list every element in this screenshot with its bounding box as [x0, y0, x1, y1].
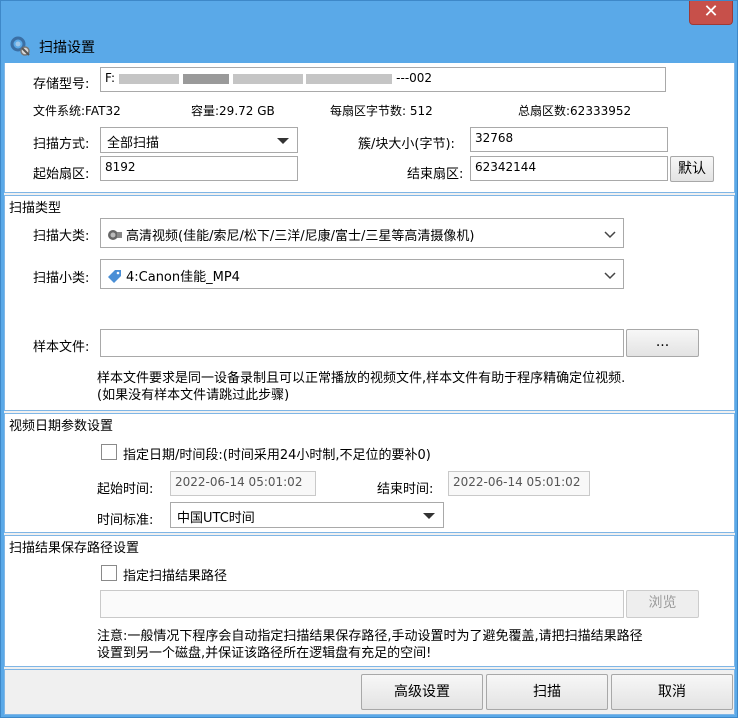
dialog-header: 扫描设置	[1, 27, 737, 63]
scan-subcategory-label: 扫描小类:	[33, 271, 90, 286]
start-sector-input[interactable]: 8192	[100, 156, 298, 181]
scan-mode-select[interactable]: 全部扫描	[100, 127, 298, 153]
sample-file-label: 样本文件:	[33, 340, 90, 355]
title-bar[interactable]: ✕	[1, 1, 737, 27]
date-range-checkbox-label[interactable]: 指定日期/时间段:(时间采用24小时制,不足位的要补0)	[123, 444, 431, 463]
save-path-input[interactable]	[100, 590, 624, 618]
scan-button[interactable]: 扫描	[486, 674, 608, 710]
start-time-value: 2022-06-14 05:01:02	[175, 475, 303, 489]
scan-category-value: 高清视频(佳能/索尼/松下/三洋/尼康/富士/三星等高清摄像机)	[126, 229, 475, 244]
default-button[interactable]: 默认	[670, 156, 714, 182]
scan-settings-window: ✕ 扫描设置 存储型号: F: ---002 文件系统:FAT32 容量:29.…	[0, 0, 738, 718]
redacted-text	[118, 73, 179, 84]
save-path-group-title: 扫描结果保存路径设置	[7, 537, 142, 556]
chevron-down-icon	[604, 231, 616, 239]
cluster-size-input[interactable]: 32768	[470, 127, 668, 152]
chevron-down-icon	[604, 272, 616, 280]
timezone-select[interactable]: 中国UTC时间	[170, 502, 444, 528]
dialog-title: 扫描设置	[39, 40, 95, 56]
timezone-value: 中国UTC时间	[177, 511, 255, 526]
timezone-label: 时间标准:	[97, 513, 154, 528]
close-button[interactable]: ✕	[689, 1, 733, 25]
end-sector-input[interactable]: 62342144	[470, 156, 668, 181]
scan-type-panel: 扫描类型 扫描大类: 高清视频(佳能/索尼/松下/三洋/尼康/富士/三星等高清摄…	[4, 195, 735, 411]
scan-mode-value: 全部扫描	[107, 136, 160, 151]
capacity-text: 容量:29.72 GB	[191, 104, 275, 118]
model-value-suffix: ---002	[396, 71, 433, 85]
bytes-per-sector-text: 每扇区字节数: 512	[330, 104, 433, 118]
custom-path-checkbox[interactable]	[101, 565, 117, 581]
redacted-text	[232, 73, 303, 84]
end-time-label: 结束时间:	[377, 482, 434, 497]
cluster-size-label: 簇/块大小(字节):	[358, 137, 455, 152]
sample-file-note: 样本文件要求是同一设备录制且可以正常播放的视频文件,样本文件有助于程序精确定位视…	[97, 371, 626, 403]
total-sectors-text: 总扇区数:62333952	[518, 104, 632, 118]
device-info-panel: 存储型号: F: ---002 文件系统:FAT32 容量:29.72 GB 每…	[4, 63, 735, 193]
model-value-prefix: F:	[105, 71, 116, 85]
dropdown-arrow-icon	[277, 138, 289, 144]
scan-mode-label: 扫描方式:	[33, 137, 90, 152]
end-time-value: 2022-06-14 05:01:02	[453, 475, 581, 489]
footer-bar: 高级设置 扫描 取消	[4, 669, 735, 715]
scan-type-group-title: 扫描类型	[7, 197, 64, 216]
start-time-label: 起始时间:	[97, 482, 154, 497]
date-params-panel: 视频日期参数设置 指定日期/时间段:(时间采用24小时制,不足位的要补0) 起始…	[4, 413, 735, 533]
date-params-group-title: 视频日期参数设置	[7, 415, 116, 434]
close-icon[interactable]: ✕	[703, 1, 718, 22]
date-range-checkbox[interactable]	[101, 444, 117, 460]
tag-icon	[108, 270, 121, 283]
save-path-note: 注意:一般情况下程序会自动指定扫描结果保存路径,手动设置时为了避免覆盖,请把扫描…	[97, 629, 643, 661]
model-label: 存储型号:	[33, 77, 90, 92]
gear-magnifier-icon	[10, 36, 30, 56]
redacted-text	[182, 73, 229, 84]
end-sector-value: 62342144	[475, 160, 537, 174]
scan-category-label: 扫描大类:	[33, 229, 90, 244]
cluster-size-value: 32768	[475, 131, 514, 145]
camcorder-icon	[108, 230, 122, 240]
start-time-input[interactable]: 2022-06-14 05:01:02	[170, 471, 316, 496]
redacted-text	[306, 73, 393, 84]
save-path-panel: 扫描结果保存路径设置 指定扫描结果路径 浏览 注意:一般情况下程序会自动指定扫描…	[4, 535, 735, 667]
scan-subcategory-value: 4:Canon佳能_MP4	[126, 270, 240, 285]
sample-file-input[interactable]	[100, 329, 624, 357]
start-sector-value: 8192	[105, 160, 136, 174]
start-sector-label: 起始扇区:	[33, 167, 90, 182]
scan-category-select[interactable]: 高清视频(佳能/索尼/松下/三洋/尼康/富士/三星等高清摄像机)	[100, 218, 624, 248]
end-time-input[interactable]: 2022-06-14 05:01:02	[448, 471, 590, 496]
end-sector-label: 结束扇区:	[407, 167, 464, 182]
scan-subcategory-select[interactable]: 4:Canon佳能_MP4	[100, 259, 624, 289]
sample-file-browse-button[interactable]: ...	[626, 329, 699, 357]
dropdown-arrow-icon	[423, 513, 435, 519]
advanced-settings-button[interactable]: 高级设置	[361, 674, 483, 710]
custom-path-checkbox-label[interactable]: 指定扫描结果路径	[123, 565, 227, 584]
filesystem-text: 文件系统:FAT32	[33, 104, 121, 118]
model-field: F: ---002	[100, 67, 666, 92]
cancel-button[interactable]: 取消	[611, 674, 733, 710]
path-browse-button[interactable]: 浏览	[626, 590, 699, 618]
